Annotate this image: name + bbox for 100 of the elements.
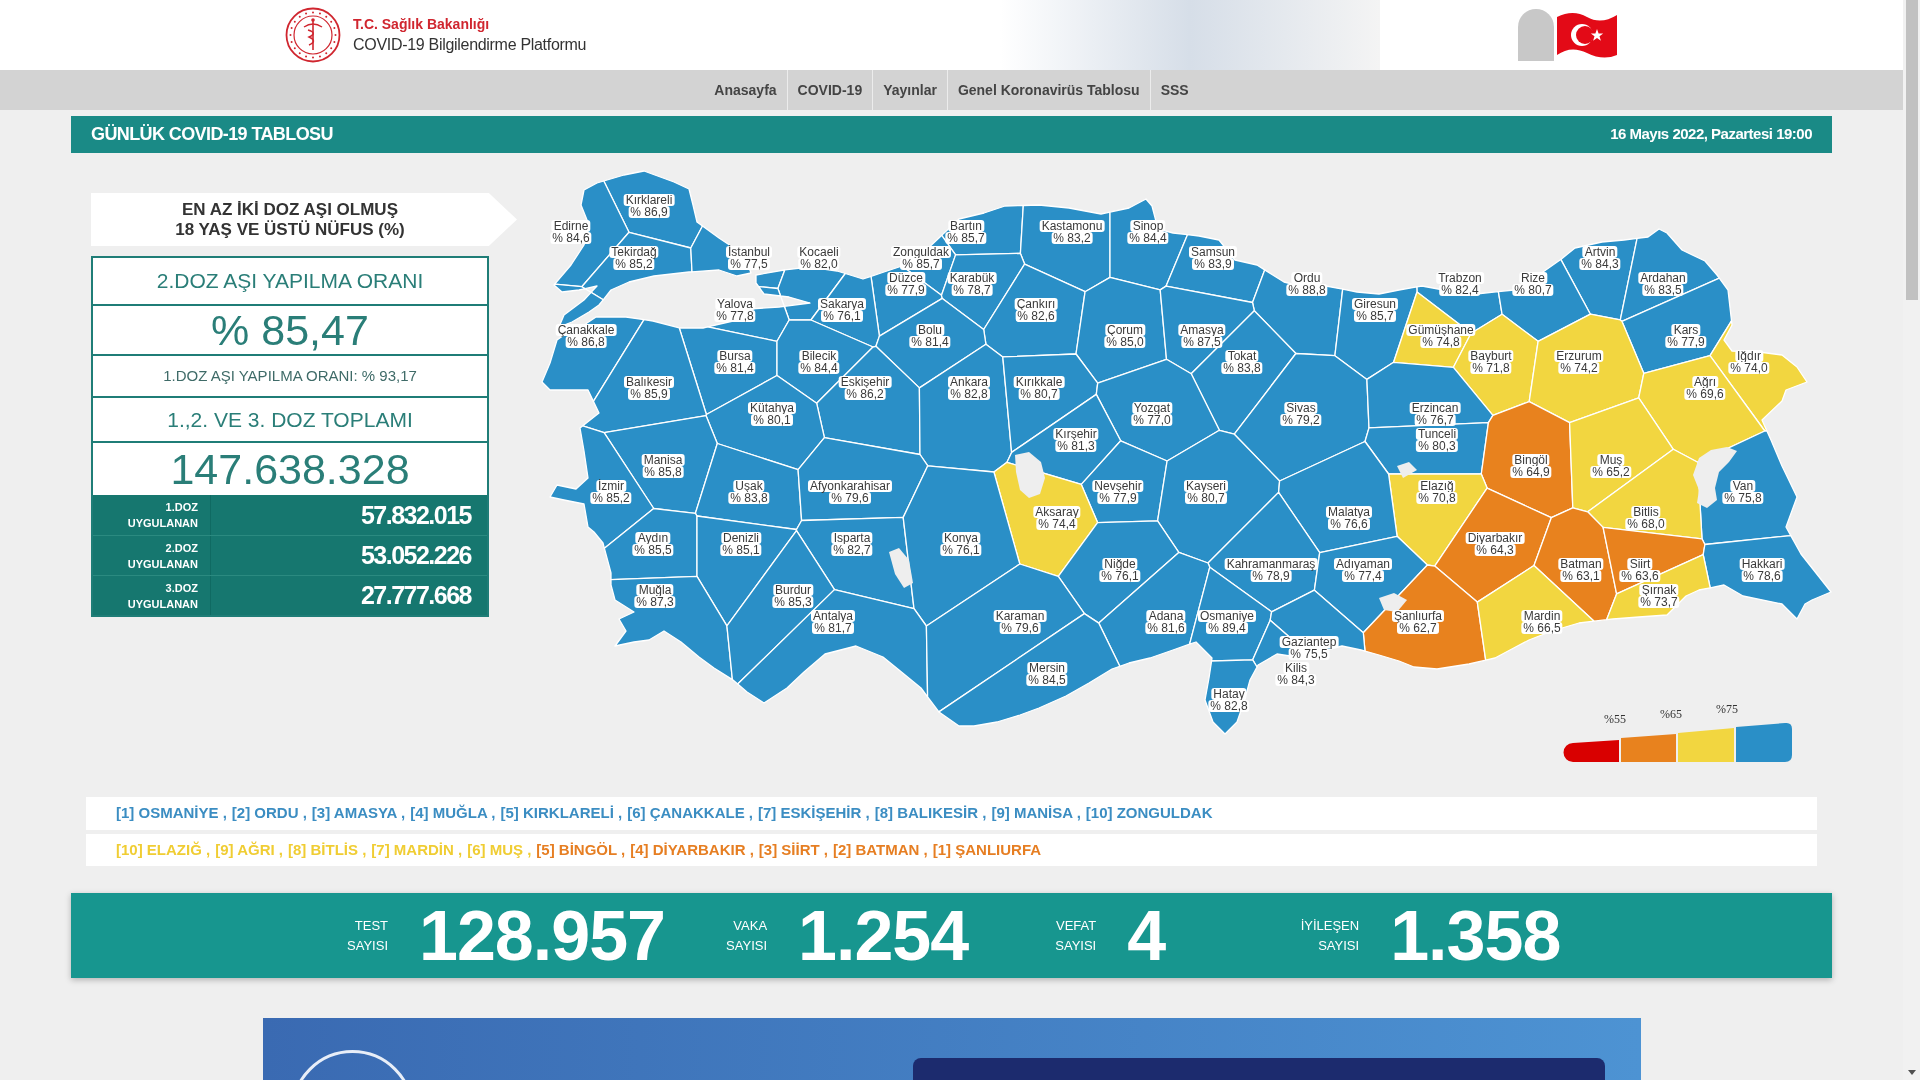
- province-name: Gümüşhane: [1406, 324, 1476, 336]
- province-value: % 74,0: [1728, 362, 1770, 374]
- province-name: Kırklareli: [623, 194, 675, 206]
- province-name: Sinop: [1130, 220, 1166, 232]
- province-value: % 77,9: [885, 284, 927, 296]
- province-name: Yozgat: [1131, 402, 1173, 414]
- dose-value: 57.832.015: [360, 502, 471, 528]
- province-value: % 76,1: [821, 310, 863, 322]
- province-name: Hatay: [1211, 688, 1247, 700]
- province-name: Diyarbakır: [1465, 532, 1525, 544]
- nav-link[interactable]: SSS: [1149, 70, 1199, 110]
- province-value: % 83,8: [728, 492, 770, 504]
- province-name: Kırşehir: [1053, 428, 1099, 440]
- first-dose-rate: 1.DOZ AŞI YAPILMA ORANI: % 93,17: [163, 365, 417, 386]
- province-value: % 85,7: [900, 258, 942, 270]
- province-name: İstanbul: [726, 246, 772, 258]
- province-name: Konya: [942, 532, 980, 544]
- province-name: Erzurum: [1554, 350, 1604, 362]
- province-name: Iğdır: [1735, 350, 1763, 362]
- province-name: Tekirdağ: [609, 246, 659, 258]
- province-value: % 86,9: [628, 206, 670, 218]
- province-value: % 62,7: [1397, 622, 1439, 634]
- province-name: Balıkesir: [624, 376, 674, 388]
- province-value: % 81,4: [909, 336, 951, 348]
- province-value: % 82,8: [948, 388, 990, 400]
- province-name: Mardin: [1521, 610, 1563, 622]
- province-name: Isparta: [831, 532, 873, 544]
- province-value: % 83,2: [1051, 232, 1093, 244]
- report-date: 16 Mayıs 2022, Pazartesi 19:00: [1610, 124, 1812, 145]
- province-name: Çanakkale: [555, 324, 617, 336]
- province-value: % 79,6: [829, 492, 871, 504]
- province-name: Bitlis: [1631, 506, 1661, 518]
- nav-link[interactable]: COVID-19: [786, 70, 873, 110]
- lake: [1397, 462, 1417, 478]
- nav-link[interactable]: Genel Koronavirüs Tablosu: [946, 70, 1150, 110]
- legend-tick: %65: [1660, 707, 1682, 721]
- province-value: % 77,8: [714, 310, 756, 322]
- second-dose-rate: % 85,47: [211, 308, 369, 352]
- ranked-province: [3] AMASYA ,: [311, 803, 406, 824]
- province-value: % 79,2: [1280, 414, 1322, 426]
- province-name: Elazığ: [1418, 480, 1456, 492]
- province-name: Eskişehir: [838, 376, 892, 388]
- stat-label: VEFAT SAYISI: [1054, 916, 1097, 955]
- province-value: % 79,6: [999, 622, 1041, 634]
- lake: [1015, 452, 1045, 498]
- province-name: Gaziantep: [1279, 636, 1339, 648]
- ranked-province: [6] MUŞ ,: [467, 839, 532, 860]
- province-value: % 82,0: [798, 258, 840, 270]
- province-value: % 84,6: [550, 232, 592, 244]
- province-value: % 88,8: [1286, 284, 1328, 296]
- province-value: % 86,2: [844, 388, 886, 400]
- province-value: % 77,5: [728, 258, 770, 270]
- province-name: Siirt: [1627, 558, 1653, 570]
- province-value: % 75,8: [1722, 492, 1764, 504]
- ranked-province: [8] BİTLİS ,: [287, 839, 367, 860]
- province-name: Hakkari: [1739, 558, 1785, 570]
- province-value: % 77,9: [1097, 492, 1139, 504]
- province-name: Adana: [1146, 610, 1186, 622]
- scrollbar-thumb[interactable]: [1905, 0, 1918, 300]
- dose-value: 27.777.668: [360, 583, 471, 608]
- province-name: Niğde: [1102, 558, 1138, 570]
- province-name: Düzce: [887, 272, 925, 284]
- portrait-placeholder: [1518, 9, 1554, 61]
- province-name: Nevşehir: [1092, 480, 1144, 492]
- province-name: Batman: [1558, 558, 1604, 570]
- ranked-province: [3] SİİRT ,: [758, 839, 829, 860]
- province-value: % 82,4: [1439, 284, 1481, 296]
- province-value: % 85,9: [628, 388, 670, 400]
- province-value: % 85,7: [945, 232, 987, 244]
- province-value: % 69,6: [1684, 388, 1726, 400]
- stat-value: 1.254: [798, 900, 969, 971]
- caret-down-icon[interactable]: [1907, 1070, 1916, 1075]
- ranked-province: [9] AĞRI ,: [215, 839, 283, 860]
- ranked-province: [5] BİNGÖL ,: [536, 839, 626, 860]
- province-name: Kars: [1671, 324, 1701, 336]
- province-value: % 74,4: [1036, 518, 1078, 530]
- province-value: % 81,7: [812, 622, 854, 634]
- province-value: % 81,6: [1145, 622, 1187, 634]
- province-name: Şırnak: [1639, 584, 1679, 596]
- province-name: Afyonkarahisar: [808, 480, 892, 492]
- province-name: Zonguldak: [891, 246, 951, 258]
- province-value: % 85,3: [772, 596, 814, 608]
- province-name: Muğla: [636, 584, 674, 596]
- province-value: % 63,6: [1619, 570, 1661, 582]
- province-name: Tunceli: [1415, 428, 1459, 440]
- nav-link[interactable]: Anasayfa: [704, 70, 787, 110]
- province-name: Bilecik: [799, 350, 839, 362]
- province-value: % 78,6: [1741, 570, 1783, 582]
- province-name: Çankırı: [1014, 298, 1058, 310]
- province-value: % 78,9: [1250, 570, 1292, 582]
- ranked-province: [1] OSMANİYE ,: [116, 803, 227, 824]
- nav-link[interactable]: Yayınlar: [872, 70, 947, 110]
- legend-tick: %75: [1716, 702, 1738, 716]
- province-value: % 82,7: [831, 544, 873, 556]
- province-value: % 83,5: [1642, 284, 1684, 296]
- province-value: % 71,8: [1470, 362, 1512, 374]
- province-name: Erzincan: [1409, 402, 1461, 414]
- stat-value: 128.957: [419, 900, 666, 971]
- province-name: Bursa: [717, 350, 753, 362]
- ranked-province: [4] MUĞLA ,: [410, 803, 496, 824]
